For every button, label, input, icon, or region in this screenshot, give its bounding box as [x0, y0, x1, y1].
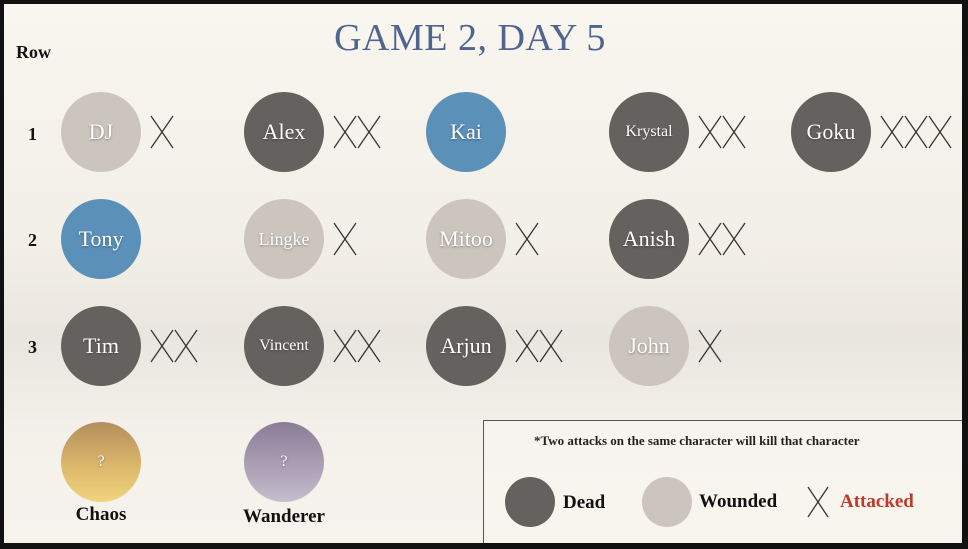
- attack-x-icon: [722, 222, 746, 256]
- attack-x-icon: [333, 329, 357, 363]
- character-name: DJ: [88, 119, 114, 144]
- attack-marks-tim: [150, 329, 198, 363]
- attack-x-icon: [333, 222, 357, 256]
- attack-marks-john: [698, 329, 722, 363]
- row-header: Row: [16, 42, 51, 62]
- character-lingke: Lingke: [244, 199, 324, 279]
- character-name: Kai: [450, 119, 482, 144]
- character-name: Tim: [83, 333, 119, 358]
- attack-x-icon: [150, 115, 174, 149]
- attack-x-icon: [333, 115, 357, 149]
- row-label-3: 3: [28, 337, 37, 357]
- character-name: Arjun: [440, 333, 492, 358]
- character-mitoo: Mitoo: [426, 199, 506, 279]
- attack-x-icon: [904, 115, 928, 149]
- character-anish: Anish: [609, 199, 689, 279]
- attack-x-icon: [928, 115, 952, 149]
- chaos-token: ?: [61, 422, 141, 502]
- character-name: Vincent: [259, 337, 309, 354]
- legend-dead-label: Dead: [563, 492, 606, 513]
- character-name: Lingke: [258, 228, 310, 249]
- character-name: John: [628, 333, 670, 358]
- character-kai: Kai: [426, 92, 506, 172]
- page-title: GAME 2, DAY 5: [334, 17, 606, 59]
- wanderer-symbol: ?: [280, 453, 288, 470]
- legend-wounded-swatch: [642, 477, 692, 527]
- character-name: Goku: [806, 119, 856, 144]
- character-goku: Goku: [791, 92, 871, 172]
- legend: *Two attacks on the same character will …: [483, 420, 962, 543]
- character-vincent: Vincent: [244, 306, 324, 386]
- attack-x-icon: [174, 329, 198, 363]
- legend-wounded-label: Wounded: [699, 491, 778, 512]
- row-label-2: 2: [28, 230, 37, 250]
- row-label-1: 1: [28, 124, 37, 144]
- attack-marks-anish: [698, 222, 746, 256]
- character-name: Tony: [78, 226, 124, 251]
- attack-x-icon: [698, 115, 722, 149]
- legend-note: *Two attacks on the same character will …: [534, 433, 860, 448]
- attack-marks-vincent: [333, 329, 381, 363]
- attack-x-icon: [880, 115, 904, 149]
- attack-x-icon: [698, 329, 722, 363]
- chaos-symbol: ?: [97, 453, 105, 470]
- attack-marks-krystal: [698, 115, 746, 149]
- character-name: Alex: [262, 119, 306, 144]
- character-tim: Tim: [61, 306, 141, 386]
- wanderer-token: ?: [244, 422, 324, 502]
- character-alex: Alex: [244, 92, 324, 172]
- legend-dead-swatch: [505, 477, 555, 527]
- character-john: John: [609, 306, 689, 386]
- character-name: Krystal: [625, 123, 673, 140]
- attack-x-icon: [539, 329, 563, 363]
- attack-marks-dj: [150, 115, 174, 149]
- attack-marks-goku: [880, 115, 952, 149]
- attack-x-icon: [150, 329, 174, 363]
- character-name: Mitoo: [439, 226, 493, 251]
- character-tony: Tony: [61, 199, 141, 279]
- attack-x-icon: [515, 222, 539, 256]
- legend-x-mark-icon: [807, 486, 829, 518]
- attack-marks-mitoo: [515, 222, 539, 256]
- character-name: Anish: [622, 226, 676, 251]
- game-board: GAME 2, DAY 5 Row 1 2 3 DJ Alex Kai Krystal…: [4, 4, 962, 543]
- attack-x-icon: [515, 329, 539, 363]
- wanderer-label: Wanderer: [243, 506, 325, 527]
- attack-marks-alex: [333, 115, 381, 149]
- character-krystal: Krystal: [609, 92, 689, 172]
- character-dj: DJ: [61, 92, 141, 172]
- attack-x-icon: [698, 222, 722, 256]
- attack-marks-arjun: [515, 329, 563, 363]
- character-arjun: Arjun: [426, 306, 506, 386]
- attack-x-icon: [722, 115, 746, 149]
- attack-x-icon: [357, 115, 381, 149]
- chaos-label: Chaos: [75, 504, 127, 525]
- legend-attacked-label: Attacked: [840, 491, 914, 512]
- attack-x-icon: [357, 329, 381, 363]
- attack-marks-lingke: [333, 222, 357, 256]
